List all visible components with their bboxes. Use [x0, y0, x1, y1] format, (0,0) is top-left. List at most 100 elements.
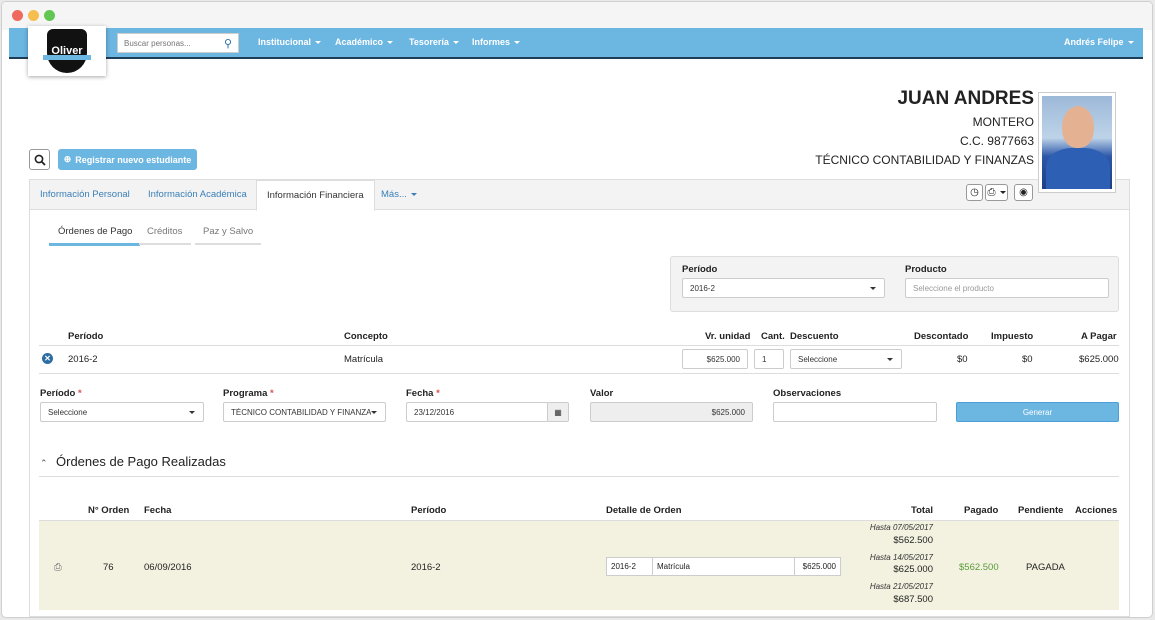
order-date: 06/09/2016 [144, 562, 192, 573]
calendar-icon: ▦ [554, 407, 562, 417]
tab-informacion-personal[interactable]: Información Personal [30, 180, 140, 210]
student-id: C.C. 9877663 [959, 134, 1034, 148]
student-surname: MONTERO [972, 115, 1034, 129]
tab-mas[interactable]: Más... [371, 180, 427, 210]
quantity-input[interactable]: 1 [754, 349, 784, 369]
detail-concept-cell: Matrícula [652, 557, 795, 576]
filter-period-label: Período [682, 264, 718, 275]
plus-circle-icon: ⊕ [63, 154, 72, 164]
menu-informes[interactable]: Informes [472, 37, 520, 47]
form-program-select[interactable]: TÉCNICO CONTABILIDAD Y FINANZAS [223, 402, 386, 422]
detail-concept: Matrícula [657, 562, 690, 571]
collapse-chevron-icon[interactable]: ⌃ [40, 458, 48, 469]
orders-section-title: Órdenes de Pago Realizadas [56, 454, 226, 469]
calendar-button[interactable]: ▦ [547, 402, 569, 422]
row-to-pay: $625.000 [1079, 354, 1119, 365]
generate-button[interactable]: Generar [956, 402, 1119, 422]
maximize-window-button[interactable] [44, 10, 55, 21]
col-total: Total [911, 505, 933, 516]
form-period-label: Período * [40, 388, 82, 399]
tab-informacion-academica[interactable]: Información Académica [138, 180, 257, 210]
order-paid: $562.500 [959, 562, 999, 573]
form-program-value: TÉCNICO CONTABILIDAD Y FINANZAS [231, 407, 371, 417]
camera-icon: ◉ [1019, 187, 1028, 198]
total-amount-3: $687.500 [893, 594, 933, 605]
camera-button[interactable]: ◉ [1014, 184, 1033, 201]
student-program: TÉCNICO CONTABILIDAD Y FINANZAS [815, 153, 1034, 167]
total-amount-2: $625.000 [893, 564, 933, 575]
col-periodo-orden: Período [411, 505, 447, 516]
order-number: 76 [103, 562, 114, 573]
discount-select[interactable]: Seleccione [790, 349, 902, 369]
row-tax: $0 [1022, 354, 1033, 365]
order-period: 2016-2 [411, 562, 441, 573]
search-student-button[interactable] [29, 149, 50, 170]
detail-period: 2016-2 [611, 562, 636, 571]
form-value-input: $625.000 [590, 402, 753, 422]
minimize-window-button[interactable] [28, 10, 39, 21]
menu-institucional[interactable]: Institucional [258, 37, 321, 47]
detail-value-cell: $625.000 [794, 557, 841, 576]
filter-period-value: 2016-2 [690, 283, 715, 293]
detail-value: $625.000 [802, 562, 836, 571]
table-divider [39, 373, 1119, 374]
product-search-input[interactable]: Seleccione el producto [905, 278, 1109, 298]
clock-icon: ◷ [970, 187, 979, 198]
unit-value-input[interactable]: $625.000 [682, 349, 748, 369]
col-a-pagar: A Pagar [1081, 331, 1117, 342]
col-descuento: Descuento [790, 331, 839, 342]
discount-value: Seleccione [798, 354, 838, 364]
form-date-label: Fecha * [406, 388, 440, 399]
table-row [39, 520, 1119, 610]
people-search-input[interactable] [124, 38, 224, 48]
remove-row-icon[interactable]: ✕ [42, 353, 53, 364]
tab-bar: Información Personal Información Académi… [30, 180, 1129, 211]
form-value-label: Valor [590, 388, 614, 399]
col-acciones: Acciones [1075, 505, 1118, 516]
subtab-creditos[interactable]: Créditos [139, 226, 192, 245]
print-menu-button[interactable]: ⎙ [985, 184, 1008, 201]
observations-input[interactable] [773, 402, 937, 422]
user-menu[interactable]: Andrés Felipe [1064, 37, 1134, 47]
row-period: 2016-2 [68, 354, 98, 365]
register-student-button[interactable]: ⊕ Registrar nuevo estudiante [58, 149, 197, 170]
magnifier-icon [34, 154, 46, 166]
form-period-value: Seleccione [48, 407, 88, 417]
product-placeholder: Seleccione el producto [913, 283, 994, 293]
register-student-label: Registrar nuevo estudiante [75, 154, 192, 165]
tab-informacion-financiera[interactable]: Información Financiera [256, 180, 375, 211]
col-descontado: Descontado [914, 331, 969, 342]
subtab-paz-y-salvo[interactable]: Paz y Salvo [195, 226, 262, 245]
print-order-icon[interactable]: ⎙ [54, 562, 62, 573]
menu-tesoreria[interactable]: Tesorería [409, 37, 459, 47]
search-icon[interactable]: ⚲ [224, 37, 232, 50]
top-navbar: Oliver ⚲ Institucional Académico Tesorer… [9, 26, 1143, 76]
form-date-value: 23/12/2016 [414, 407, 455, 417]
col-detalle-orden: Detalle de Orden [606, 505, 682, 516]
unit-value: $625.000 [706, 354, 740, 364]
menu-academico[interactable]: Académico [335, 37, 393, 47]
detail-period-cell: 2016-2 [606, 557, 653, 576]
total-amount-1: $562.500 [893, 535, 933, 546]
app-logo[interactable]: Oliver [28, 26, 106, 76]
filter-period-select[interactable]: 2016-2 [682, 278, 885, 298]
subtab-ordenes-de-pago[interactable]: Órdenes de Pago [49, 226, 141, 246]
col-impuesto: Impuesto [991, 331, 1034, 342]
student-name: JUAN ANDRES [897, 88, 1034, 109]
row-discounted: $0 [957, 354, 968, 365]
col-n-orden: N° Orden [88, 505, 130, 516]
section-divider [39, 476, 1119, 477]
close-window-button[interactable] [12, 10, 23, 21]
total-until-1: Hasta 07/05/2017 [869, 523, 933, 532]
table-divider [39, 345, 1119, 346]
total-until-3: Hasta 21/05/2017 [869, 582, 933, 591]
student-photo [1038, 92, 1116, 193]
form-date-input[interactable]: 23/12/2016 [406, 402, 548, 422]
form-value-value: $625.000 [711, 407, 745, 417]
form-period-select[interactable]: Seleccione [40, 402, 204, 422]
history-button[interactable]: ◷ [966, 184, 983, 201]
col-periodo: Período [68, 331, 104, 342]
generate-label: Generar [1022, 407, 1053, 417]
quantity-value: 1 [762, 354, 767, 364]
col-fecha: Fecha [144, 505, 172, 516]
